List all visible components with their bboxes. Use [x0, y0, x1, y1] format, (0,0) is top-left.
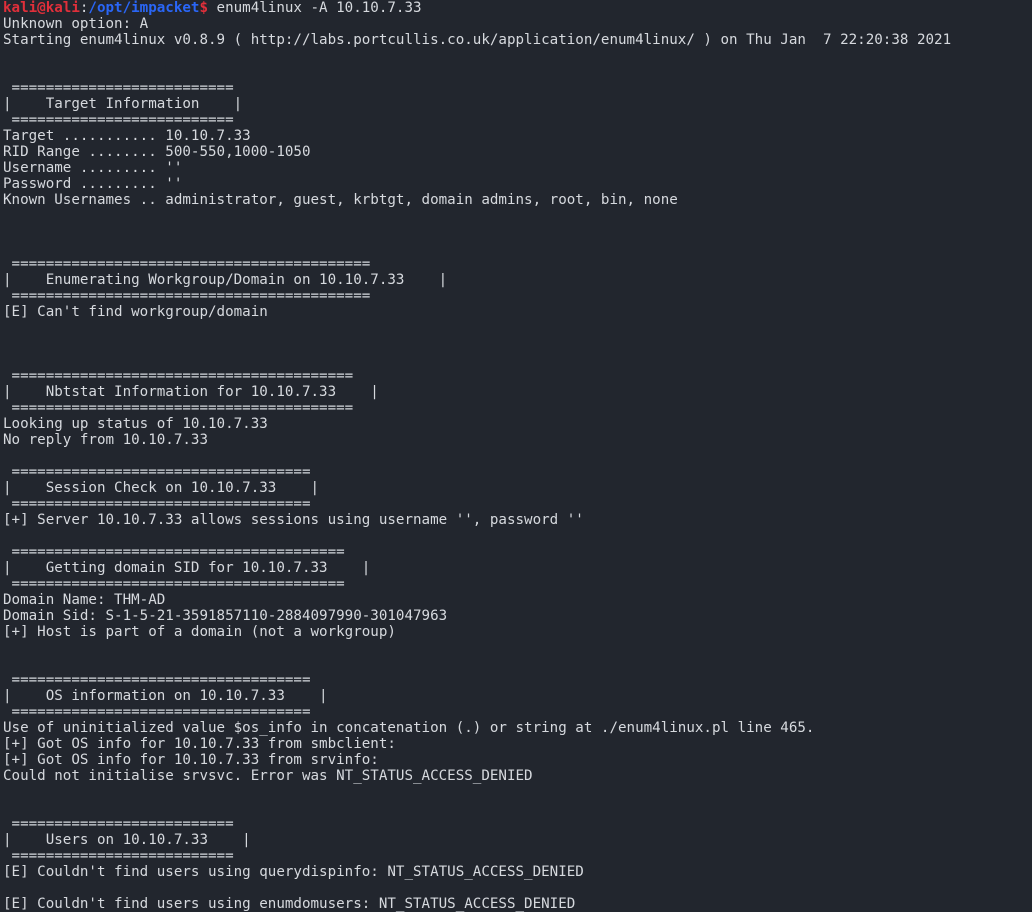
output-blank-line	[0, 800, 1032, 816]
output-blank-line	[0, 352, 1032, 368]
output-line: ========================================…	[3, 256, 371, 272]
output-blank-line	[0, 208, 1032, 224]
output-line: Target ........... 10.10.7.33	[3, 128, 251, 144]
output-blank-line	[0, 224, 1032, 240]
output-line: Known Usernames .. administrator, guest,…	[3, 192, 678, 208]
output-blank-line	[0, 320, 1032, 336]
output-line: [+] Got OS info for 10.10.7.33 from srvi…	[3, 752, 379, 768]
output-blank-line	[0, 880, 1032, 896]
output-line: ========================================	[3, 400, 354, 416]
output-line: Domain Name: THM-AD	[3, 592, 166, 608]
output-line: ===================================	[3, 496, 311, 512]
prompt-line: kali@kali:/opt/impacket$ enum4linux -A 1…	[0, 0, 1032, 16]
output-line: Looking up status of 10.10.7.33	[3, 416, 268, 432]
output-line: ==========================	[3, 816, 234, 832]
prompt-user-host: kali@kali	[3, 0, 80, 16]
output-line: | Session Check on 10.10.7.33 |	[3, 480, 320, 496]
output-line: RID Range ........ 500-550,1000-1050	[3, 144, 311, 160]
output-line: ==========================	[3, 80, 234, 96]
output-blank-line	[0, 656, 1032, 672]
output-line: ===================================	[3, 464, 311, 480]
output-blank-line	[0, 640, 1032, 656]
prompt-path: /opt/impacket	[88, 0, 200, 16]
output-line: | Nbtstat Information for 10.10.7.33 |	[3, 384, 379, 400]
output-line: [+] Server 10.10.7.33 allows sessions us…	[3, 512, 584, 528]
output-line: | OS information on 10.10.7.33 |	[3, 688, 328, 704]
output-line: | Getting domain SID for 10.10.7.33 |	[3, 560, 371, 576]
terminal-screen[interactable]: kali@kali:/opt/impacket$ enum4linux -A 1…	[0, 0, 1032, 912]
output-line: [E] Couldn't find users using querydispi…	[3, 864, 584, 880]
output-line: ===================================	[3, 672, 311, 688]
output-line: Password ......... ''	[3, 176, 183, 192]
output-blank-line	[0, 528, 1032, 544]
output-line: =======================================	[3, 576, 345, 592]
output-blank-line	[0, 240, 1032, 256]
output-line: | Enumerating Workgroup/Domain on 10.10.…	[3, 272, 448, 288]
output-line: Could not initialise srvsvc. Error was N…	[3, 768, 533, 784]
output-line: [E] Can't find workgroup/domain	[3, 304, 268, 320]
output-blank-line	[0, 784, 1032, 800]
command-text: enum4linux -A 10.10.7.33	[208, 0, 422, 16]
output-blank-line	[0, 448, 1032, 464]
output-blank-line	[0, 336, 1032, 352]
prompt-sigil: $	[199, 0, 209, 16]
output-line: ==========================	[3, 848, 234, 864]
terminal-output: Unknown option: A Starting enum4linux v0.…	[0, 16, 1032, 912]
output-line: Use of uninitialized value $os_info in c…	[3, 720, 815, 736]
output-line: ===================================	[3, 704, 311, 720]
output-line: Starting enum4linux v0.8.9 ( http://labs…	[3, 32, 952, 48]
output-line: ========================================…	[3, 288, 371, 304]
output-line: | Target Information |	[3, 96, 243, 112]
output-blank-line	[0, 48, 1032, 64]
output-line: Domain Sid: S-1-5-21-3591857110-28840979…	[3, 608, 448, 624]
output-line: Unknown option: A	[3, 16, 149, 32]
output-blank-line	[0, 64, 1032, 80]
output-line: [+] Got OS info for 10.10.7.33 from smbc…	[3, 736, 405, 752]
output-line: ==========================	[3, 112, 234, 128]
output-line: ========================================	[3, 368, 354, 384]
output-line: Username ......... ''	[3, 160, 183, 176]
output-line: =======================================	[3, 544, 345, 560]
output-line: No reply from 10.10.7.33	[3, 432, 208, 448]
output-line: [+] Host is part of a domain (not a work…	[3, 624, 396, 640]
output-line: [E] Couldn't find users using enumdomuse…	[3, 896, 576, 912]
